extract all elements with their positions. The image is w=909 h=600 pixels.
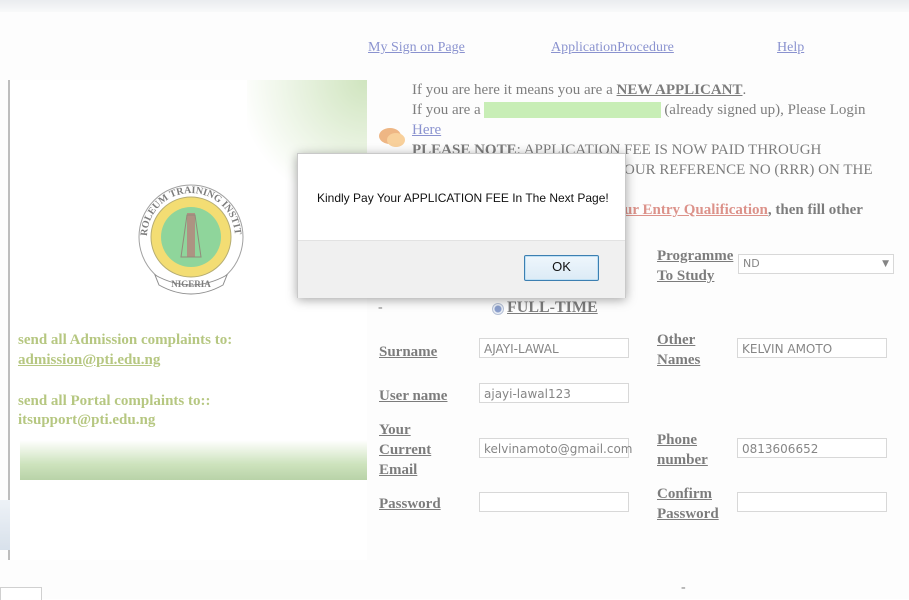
alert-footer: OK xyxy=(298,240,625,298)
alert-dialog: Kindly Pay Your APPLICATION FEE In The N… xyxy=(297,153,626,298)
ok-button[interactable]: OK xyxy=(524,255,599,281)
bottom-left-tab[interactable] xyxy=(0,587,42,600)
modal-overlay xyxy=(0,0,909,599)
alert-message: Kindly Pay Your APPLICATION FEE In The N… xyxy=(317,191,609,205)
